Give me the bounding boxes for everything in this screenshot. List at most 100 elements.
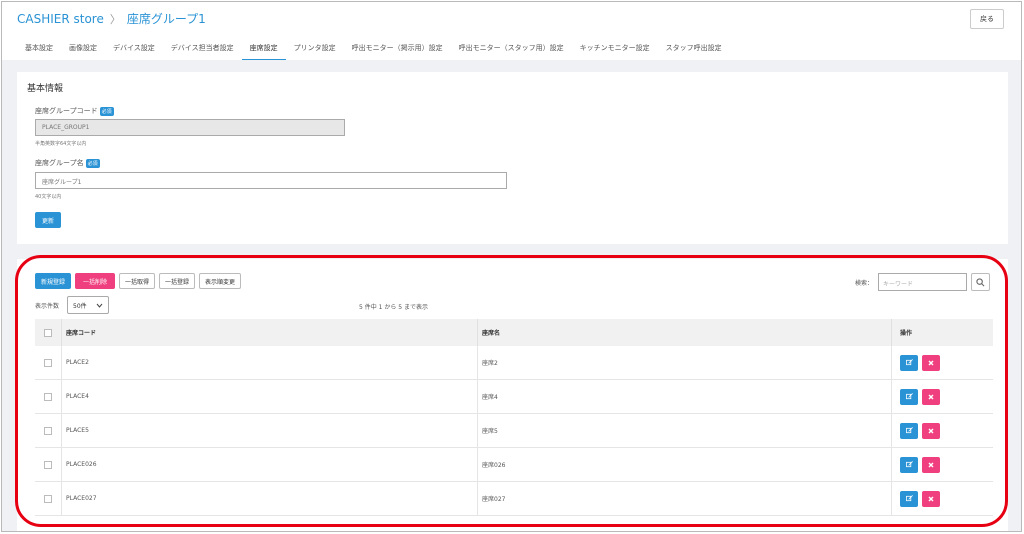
row-ops xyxy=(891,380,993,413)
edit-icon xyxy=(905,461,913,468)
row-code: PLACE5 xyxy=(61,414,477,447)
tab-call-monitor-public[interactable]: 呼出モニター（掲示用）設定 xyxy=(344,38,451,60)
tab-staff-call[interactable]: スタッフ呼出設定 xyxy=(658,38,730,60)
name-field-label: 座席グループ名 必須 xyxy=(35,158,100,168)
select-all-cell xyxy=(35,328,61,337)
delete-button[interactable] xyxy=(922,456,940,473)
header-name: 座席名 xyxy=(477,319,891,346)
close-icon xyxy=(928,394,934,399)
seat-list-card: 新規登録 一括削除 一括取得 一括登録 表示順変更 検索： キーワード 表示件数… xyxy=(17,259,1008,531)
list-summary: 5 件中 1 から 5 まで表示 xyxy=(359,304,428,311)
delete-button[interactable] xyxy=(922,354,940,371)
close-icon xyxy=(928,428,934,433)
settings-tabs: 基本設定 画像設定 デバイス設定 デバイス担当者設定 座席設定 プリンタ設定 呼… xyxy=(17,38,730,60)
header-code: 座席コード xyxy=(61,319,477,346)
tab-seat[interactable]: 座席設定 xyxy=(241,38,286,60)
row-name: 座席5 xyxy=(477,414,891,447)
edit-button[interactable] xyxy=(900,354,918,371)
list-toolbar: 新規登録 一括削除 一括取得 一括登録 表示順変更 xyxy=(35,273,242,289)
search-input[interactable]: キーワード xyxy=(878,273,967,291)
search-label: 検索： xyxy=(855,280,874,287)
edit-icon xyxy=(905,393,913,400)
tab-device[interactable]: デバイス設定 xyxy=(105,38,163,60)
row-checkbox[interactable] xyxy=(44,494,52,503)
name-label-text: 座席グループ名 xyxy=(35,159,84,167)
tab-device-staff[interactable]: デバイス担当者設定 xyxy=(163,38,242,60)
new-button[interactable]: 新規登録 xyxy=(35,273,71,289)
table-row: PLACE4 座席4 xyxy=(35,380,993,414)
delete-button[interactable] xyxy=(922,422,940,439)
edit-button[interactable] xyxy=(900,456,918,473)
delete-button[interactable] xyxy=(922,490,940,507)
edit-icon xyxy=(905,427,913,434)
select-all-checkbox[interactable] xyxy=(44,328,52,337)
tab-basic[interactable]: 基本設定 xyxy=(17,38,61,60)
code-hint: 半角英数字64文字以内 xyxy=(35,141,87,147)
table-row: PLACE5 座席5 xyxy=(35,414,993,448)
row-name: 座席026 xyxy=(477,448,891,481)
row-checkbox[interactable] xyxy=(44,460,52,469)
tab-call-monitor-staff[interactable]: 呼出モニター（スタッフ用）設定 xyxy=(451,38,572,60)
code-field: PLACE_GROUP1 xyxy=(35,119,345,136)
table-row: PLACE027 座席027 xyxy=(35,482,993,516)
row-code: PLACE026 xyxy=(61,448,477,481)
chevron-down-icon xyxy=(96,303,103,308)
seat-table: 座席コード 座席名 操作 PLACE2 座席2 PLACE4 座席4 PLACE… xyxy=(35,319,993,516)
basic-info-card: 基本情報 座席グループコード 必須 PLACE_GROUP1 半角英数字64文字… xyxy=(17,72,1008,244)
close-icon xyxy=(928,360,934,365)
main-content: 基本情報 座席グループコード 必須 PLACE_GROUP1 半角英数字64文字… xyxy=(2,60,1021,531)
back-button[interactable]: 戻る xyxy=(970,9,1004,29)
count-value: 50件 xyxy=(73,302,87,310)
row-checkbox[interactable] xyxy=(44,358,52,367)
code-field-label: 座席グループコード 必須 xyxy=(35,106,114,116)
row-ops xyxy=(891,448,993,481)
required-badge: 必須 xyxy=(85,158,100,168)
table-row: PLACE2 座席2 xyxy=(35,346,993,380)
required-badge: 必須 xyxy=(99,106,114,116)
name-field[interactable]: 座席グループ1 xyxy=(35,172,507,189)
app-window: CASHIER store 〉 座席グループ1 戻る 基本設定 画像設定 デバイ… xyxy=(1,1,1022,532)
bulk-delete-button[interactable]: 一括削除 xyxy=(75,273,115,289)
row-name: 座席4 xyxy=(477,380,891,413)
breadcrumb: CASHIER store 〉 座席グループ1 xyxy=(17,10,206,27)
header-ops: 操作 xyxy=(891,319,993,346)
bulk-register-button[interactable]: 一括登録 xyxy=(159,273,196,289)
tab-image[interactable]: 画像設定 xyxy=(61,38,105,60)
row-ops xyxy=(891,482,993,515)
breadcrumb-current: 座席グループ1 xyxy=(126,12,206,26)
edit-button[interactable] xyxy=(900,490,918,507)
row-name: 座席2 xyxy=(477,346,891,379)
name-hint: 40文字以内 xyxy=(35,194,62,200)
edit-button[interactable] xyxy=(900,388,918,405)
row-check-cell xyxy=(35,358,61,367)
row-checkbox[interactable] xyxy=(44,426,52,435)
search-button[interactable] xyxy=(971,273,990,291)
tab-printer[interactable]: プリンタ設定 xyxy=(286,38,344,60)
row-name: 座席027 xyxy=(477,482,891,515)
delete-button[interactable] xyxy=(922,388,940,405)
card-title: 基本情報 xyxy=(27,84,64,94)
row-ops xyxy=(891,346,993,379)
code-label-text: 座席グループコード xyxy=(35,107,98,115)
close-icon xyxy=(928,462,934,467)
bulk-fetch-button[interactable]: 一括取得 xyxy=(119,273,156,289)
count-label: 表示件数 xyxy=(35,303,60,310)
row-check-cell xyxy=(35,392,61,401)
breadcrumb-separator: 〉 xyxy=(109,12,121,26)
search-icon xyxy=(976,277,985,286)
edit-button[interactable] xyxy=(900,422,918,439)
close-icon xyxy=(928,496,934,501)
row-check-cell xyxy=(35,460,61,469)
breadcrumb-store-link[interactable]: CASHIER store xyxy=(17,12,104,26)
row-ops xyxy=(891,414,993,447)
row-code: PLACE4 xyxy=(61,380,477,413)
table-header: 座席コード 座席名 操作 xyxy=(35,319,993,346)
reorder-button[interactable]: 表示順変更 xyxy=(199,273,242,289)
count-select[interactable]: 50件 xyxy=(67,296,109,314)
row-checkbox[interactable] xyxy=(44,392,52,401)
page-header: CASHIER store 〉 座席グループ1 戻る 基本設定 画像設定 デバイ… xyxy=(2,2,1021,68)
update-button[interactable]: 更新 xyxy=(35,212,61,228)
edit-icon xyxy=(905,359,913,366)
tab-kitchen-monitor[interactable]: キッチンモニター設定 xyxy=(572,38,658,60)
table-row: PLACE026 座席026 xyxy=(35,448,993,482)
